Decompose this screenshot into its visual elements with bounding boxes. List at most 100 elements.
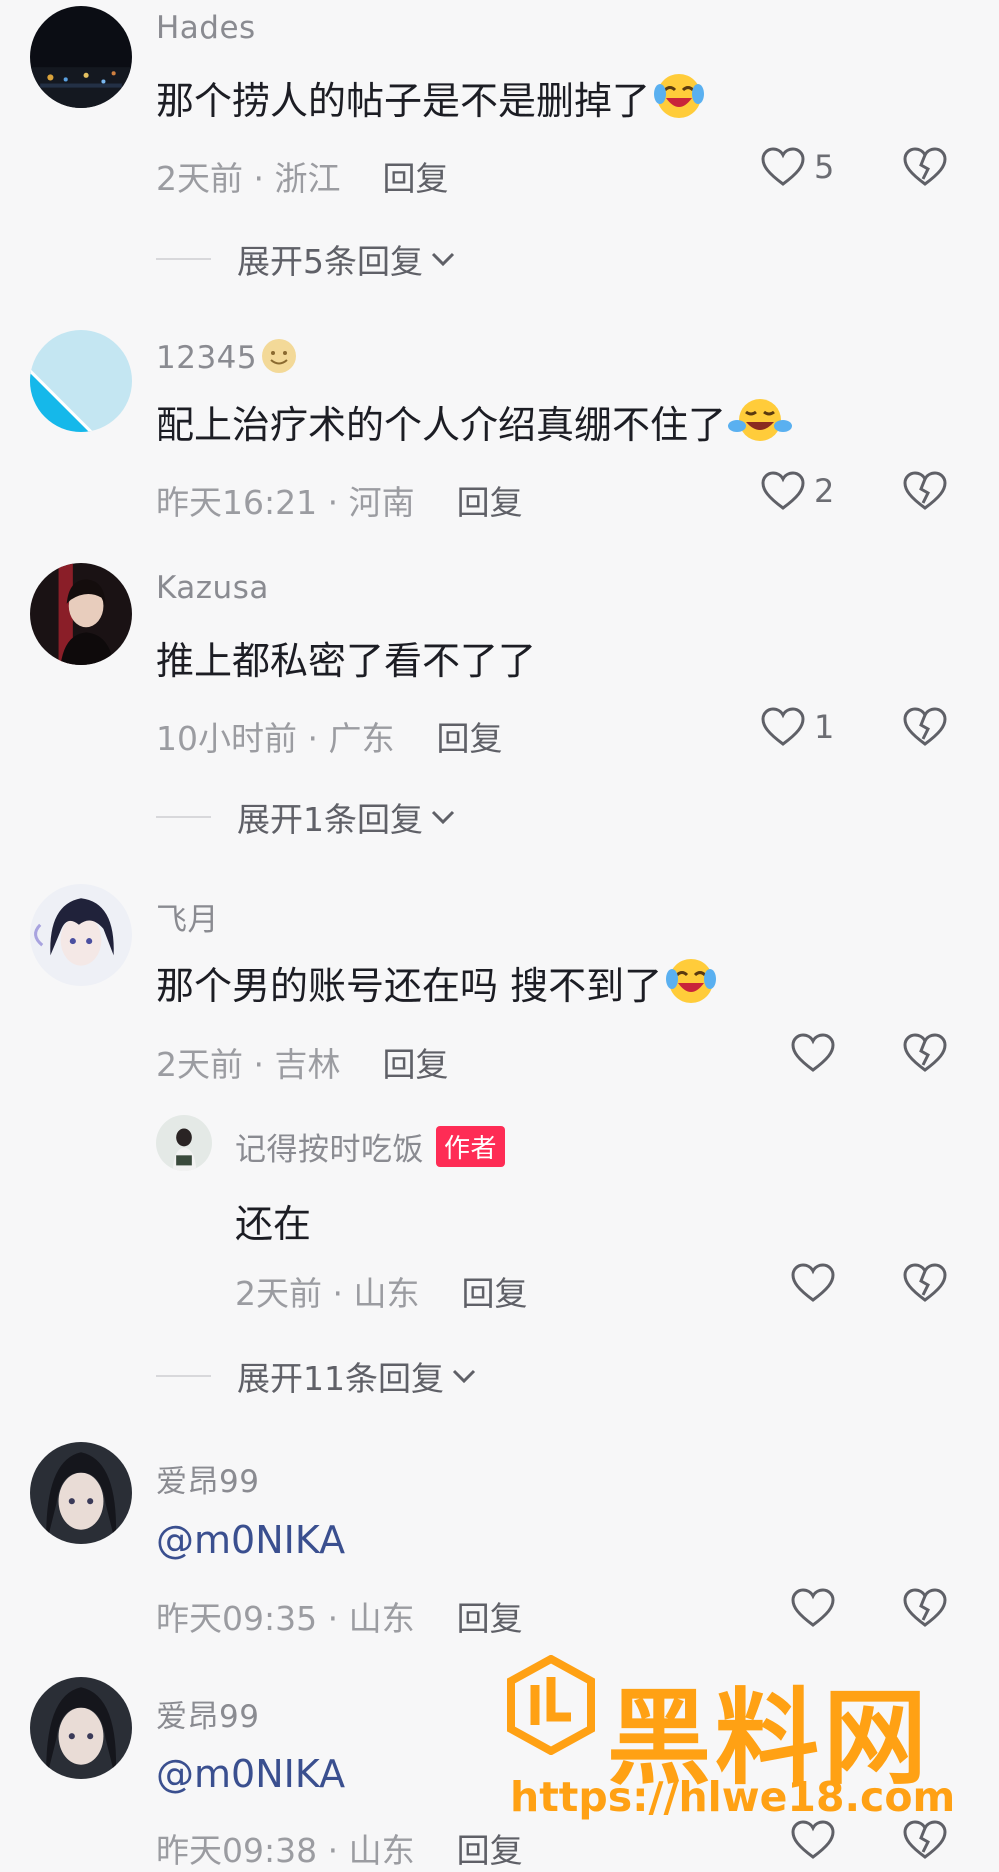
comment-time-location: 2天前 · 浙江 (156, 159, 341, 198)
expand-replies-button[interactable]: 展开5条回复 (156, 235, 457, 283)
comment-meta: 昨天16:21 · 河南 回复 (156, 476, 523, 524)
like-button[interactable] (790, 1262, 836, 1304)
like-count: 2 (814, 472, 835, 510)
like-button[interactable]: 5 (760, 146, 834, 188)
avatar[interactable] (30, 6, 132, 108)
like-button[interactable] (790, 1819, 836, 1861)
comment-username[interactable]: 爱昂99 (156, 1456, 259, 1501)
like-count: 1 (814, 708, 835, 746)
expand-replies-label: 展开11条回复 (237, 1359, 444, 1398)
divider-line (156, 1375, 211, 1377)
divider-line (156, 258, 211, 260)
avatar[interactable] (30, 563, 132, 665)
reply-username[interactable]: 记得按时吃饭 作者 (235, 1124, 506, 1169)
reply-meta: 2天前 · 山东 回复 (235, 1267, 527, 1315)
heart-outline-icon (791, 1820, 835, 1859)
dislike-button[interactable] (902, 1032, 948, 1074)
comment-meta: 2天前 · 浙江 回复 (156, 152, 448, 200)
expand-replies-button[interactable]: 展开1条回复 (156, 793, 457, 841)
comment-text: 配上治疗术的个人介绍真绷不住了 (156, 394, 793, 453)
dislike-button[interactable] (902, 1819, 948, 1861)
reply-button[interactable]: 回复 (382, 1045, 448, 1084)
expand-replies-button[interactable]: 展开11条回复 (156, 1352, 478, 1400)
dislike-button[interactable] (902, 706, 948, 748)
comment-text: 那个捞人的帖子是不是删掉了 (156, 70, 706, 129)
avatar[interactable] (30, 1442, 132, 1544)
heart-outline-icon (761, 471, 805, 510)
like-button[interactable] (790, 1032, 836, 1074)
comment-username[interactable]: 飞月 (156, 894, 219, 939)
reply-button[interactable]: 回复 (457, 1599, 523, 1638)
broken-heart-icon (903, 1588, 947, 1627)
comment-time-location: 2天前 · 吉林 (156, 1045, 341, 1084)
chevron-down-icon (431, 810, 455, 825)
broken-heart-icon (903, 471, 947, 510)
comment-time-location: 昨天09:38 · 山东 (156, 1831, 415, 1870)
broken-heart-icon (903, 1263, 947, 1302)
comment-meta: 2天前 · 吉林 回复 (156, 1038, 448, 1086)
mention-link[interactable]: @m0NIKA (156, 1518, 345, 1562)
chevron-down-icon (431, 252, 455, 267)
avatar-person-portrait-image (30, 563, 132, 665)
chevron-down-icon (452, 1369, 476, 1384)
avatar[interactable] (30, 884, 132, 986)
heart-outline-icon (761, 707, 805, 746)
avatar-anime-character-image (30, 884, 132, 986)
avatar-girl-photo-image (156, 1115, 212, 1171)
comment-username[interactable]: Kazusa (156, 570, 269, 606)
comment-time-location: 10小时前 · 广东 (156, 719, 395, 758)
reply-time-location: 2天前 · 山东 (235, 1274, 420, 1313)
like-button[interactable]: 1 (760, 706, 834, 748)
reply-button[interactable]: 回复 (461, 1274, 527, 1313)
reply-button[interactable]: 回复 (457, 1831, 523, 1870)
broken-heart-icon (903, 1033, 947, 1072)
smile-emoji-icon (259, 336, 299, 382)
comment-text-body: 那个男的账号还在吗 搜不到了 (156, 964, 663, 1008)
comment-meta: 昨天09:38 · 山东 回复 (156, 1824, 523, 1872)
reply-button[interactable]: 回复 (457, 483, 523, 522)
watermark-url: https://hlwe18.com (510, 1773, 956, 1821)
reply-button[interactable]: 回复 (436, 719, 502, 758)
comment-username-text: 12345 (156, 340, 258, 376)
heart-outline-icon (791, 1263, 835, 1302)
dislike-button[interactable] (902, 1587, 948, 1629)
comment-meta: 10小时前 · 广东 回复 (156, 712, 502, 760)
heart-outline-icon (791, 1033, 835, 1072)
broken-heart-icon (903, 147, 947, 186)
like-button[interactable] (790, 1587, 836, 1629)
comment-time-location: 昨天09:35 · 山东 (156, 1599, 415, 1638)
like-count: 5 (814, 148, 835, 186)
reply-button[interactable]: 回复 (382, 159, 448, 198)
mention-link[interactable]: @m0NIKA (156, 1752, 345, 1796)
comment-username[interactable]: 12345 (156, 336, 299, 382)
reply-avatar[interactable] (156, 1115, 212, 1171)
expand-replies-label: 展开5条回复 (237, 242, 423, 281)
heart-outline-icon (791, 1588, 835, 1627)
crying-laughing-emoji-icon (664, 955, 718, 1014)
author-badge: 作者 (436, 1126, 506, 1167)
comment-time-location: 昨天16:21 · 河南 (156, 483, 415, 522)
dislike-button[interactable] (902, 470, 948, 512)
avatar[interactable] (30, 330, 132, 432)
watermark: 黑料网 https://hlwe18.com (505, 1655, 985, 1825)
dislike-button[interactable] (902, 146, 948, 188)
reply-text: 还在 (235, 1202, 312, 1246)
avatar[interactable] (30, 1677, 132, 1779)
like-button[interactable]: 2 (760, 470, 834, 512)
avatar-blue-diagonal-image (30, 330, 132, 432)
avatar-night-city-image (30, 6, 132, 108)
watermark-logo-icon (507, 1655, 595, 1755)
comment-text: 那个男的账号还在吗 搜不到了 (156, 955, 718, 1014)
comment-username[interactable]: 爱昂99 (156, 1691, 259, 1736)
avatar-dark-hair-character-image (30, 1442, 132, 1544)
divider-line (156, 816, 211, 818)
comment-text-body: 配上治疗术的个人介绍真绷不住了 (156, 403, 727, 447)
comment-username[interactable]: Hades (156, 10, 256, 46)
comment-meta: 昨天09:35 · 山东 回复 (156, 1592, 523, 1640)
expand-replies-label: 展开1条回复 (237, 800, 423, 839)
heart-outline-icon (761, 147, 805, 186)
dislike-button[interactable] (902, 1262, 948, 1304)
reply-username-text: 记得按时吃饭 (235, 1132, 424, 1168)
comment-text: 推上都私密了看不了了 (156, 639, 537, 683)
broken-heart-icon (903, 707, 947, 746)
